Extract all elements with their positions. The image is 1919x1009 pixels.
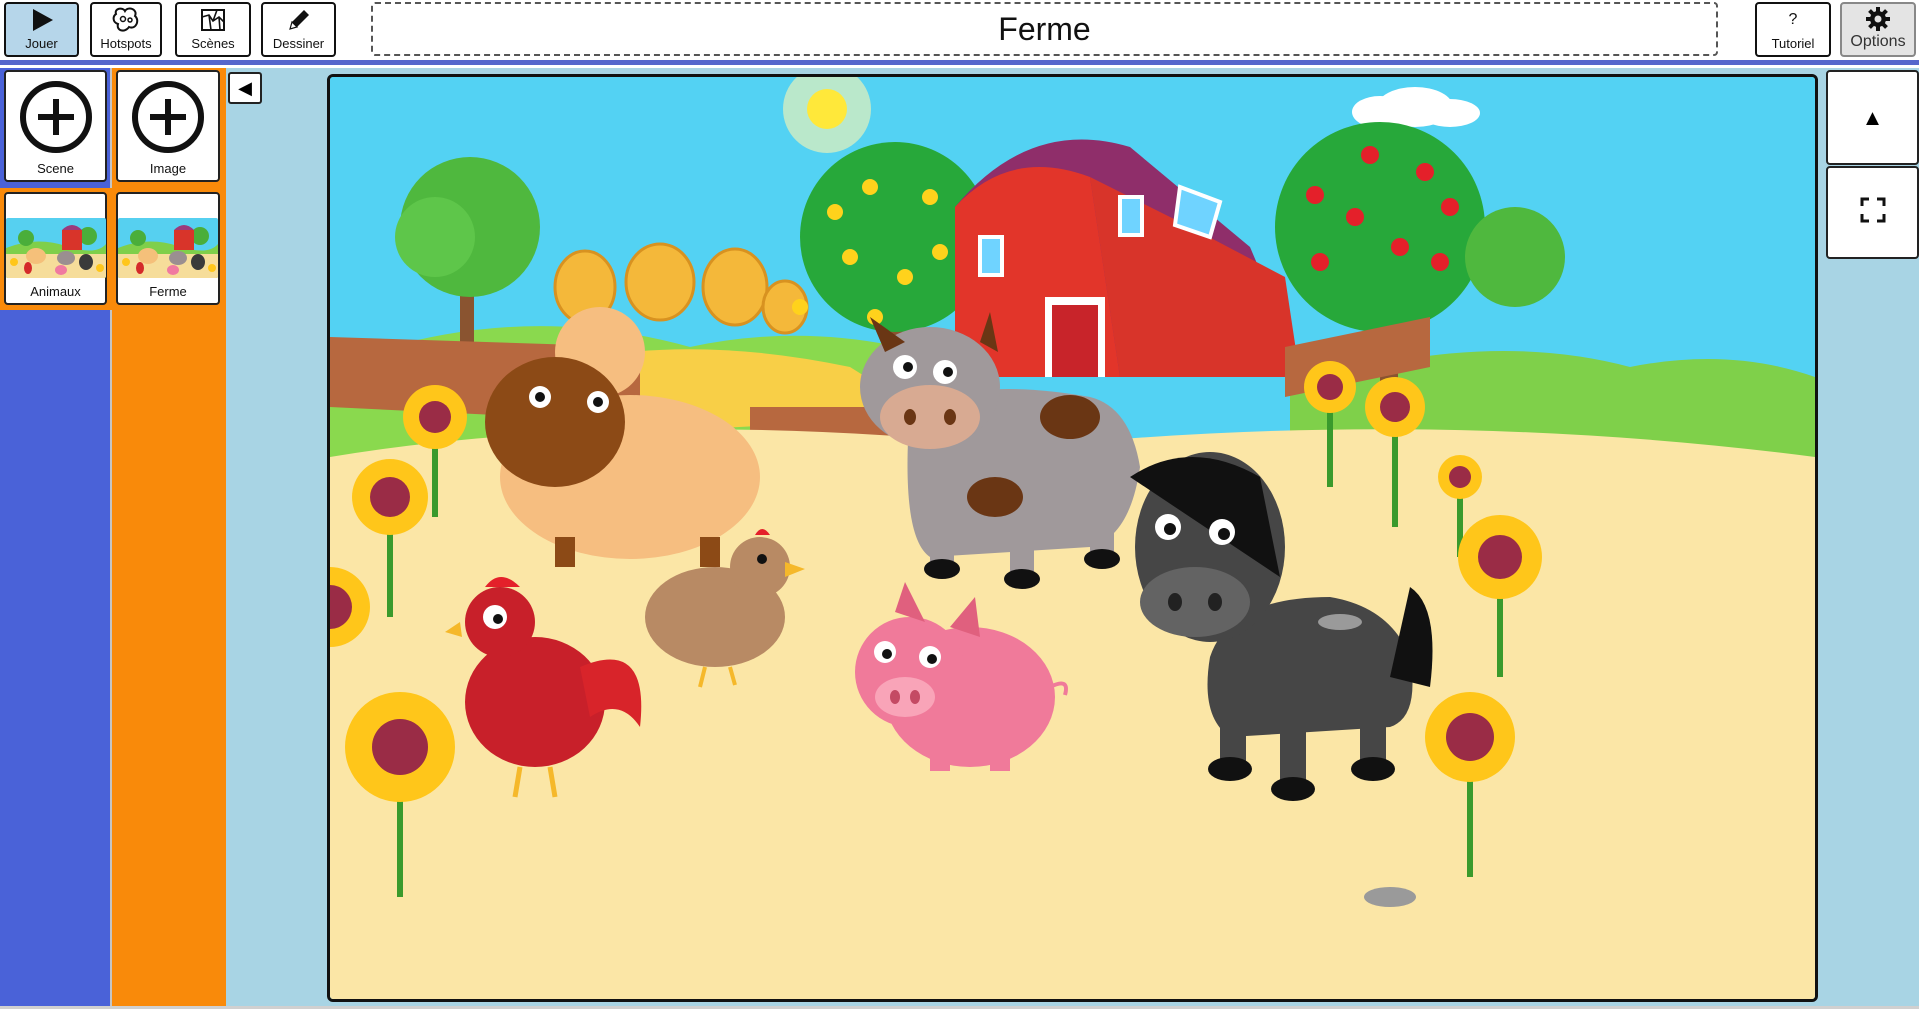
- scenes-map-icon: [199, 4, 227, 36]
- image-label: Ferme: [149, 284, 187, 299]
- options-button[interactable]: Options: [1840, 2, 1916, 57]
- pencil-icon: [285, 4, 313, 36]
- tutorial-button[interactable]: ? Tutoriel: [1755, 2, 1831, 57]
- top-toolbar: Jouer Hotspots Scènes Dessiner Ferme ? T…: [0, 0, 1919, 60]
- help-icon: ?: [1788, 11, 1798, 28]
- scene-thumbnail[interactable]: Animaux: [4, 192, 107, 305]
- add-image-label: Image: [149, 161, 187, 176]
- farm-thumbnail-image: [5, 218, 106, 278]
- add-image-button[interactable]: Image: [116, 70, 220, 182]
- plus-circle-icon: [130, 72, 206, 161]
- add-scene-label: Scene: [37, 161, 74, 176]
- scene-canvas[interactable]: [327, 74, 1818, 1002]
- play-button[interactable]: Jouer: [4, 2, 79, 57]
- toolbar-divider: [0, 60, 1919, 65]
- scene-title-input[interactable]: Ferme: [371, 2, 1718, 56]
- play-icon: [29, 4, 55, 36]
- image-thumbnail[interactable]: Ferme: [116, 192, 220, 305]
- hotspots-label: Hotspots: [100, 36, 152, 51]
- draw-label: Dessiner: [272, 36, 325, 51]
- play-label: Jouer: [25, 36, 58, 51]
- fullscreen-button[interactable]: [1826, 166, 1919, 259]
- scene-label: Animaux: [30, 284, 81, 299]
- scroll-up-button[interactable]: ▲: [1826, 70, 1919, 165]
- gear-icon: [1865, 4, 1891, 33]
- options-label: Options: [1850, 33, 1906, 50]
- collapse-sidebar-button[interactable]: ◀: [228, 72, 262, 104]
- hotspot-shape-icon: [111, 4, 141, 36]
- plus-circle-icon: [18, 72, 94, 161]
- draw-button[interactable]: Dessiner: [261, 2, 336, 57]
- fullscreen-icon: [1860, 197, 1886, 229]
- farm-thumbnail-image: [118, 218, 218, 278]
- tutorial-label: Tutoriel: [1771, 36, 1815, 51]
- scenes-label: Scènes: [191, 36, 235, 51]
- scenes-button[interactable]: Scènes: [175, 2, 251, 57]
- add-scene-button[interactable]: Scene: [4, 70, 107, 182]
- hotspots-button[interactable]: Hotspots: [90, 2, 162, 57]
